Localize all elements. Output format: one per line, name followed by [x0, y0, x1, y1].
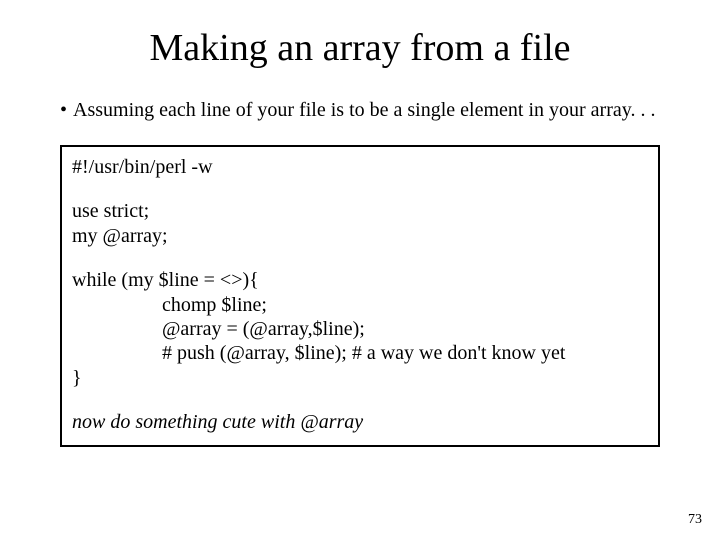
code-line: # push (@array, $line); # a way we don't…	[72, 341, 648, 365]
code-line: #!/usr/bin/perl -w	[72, 155, 648, 179]
code-line: chomp $line;	[72, 293, 648, 317]
blank-line	[72, 248, 648, 268]
bullet-item: • Assuming each line of your file is to …	[60, 98, 660, 123]
code-line: my @array;	[72, 224, 648, 248]
slide-title: Making an array from a file	[60, 26, 660, 70]
bullet-dot-icon: •	[60, 98, 67, 123]
bullet-text: Assuming each line of your file is to be…	[73, 98, 655, 123]
code-line: while (my $line = <>){	[72, 268, 648, 292]
blank-line	[72, 179, 648, 199]
code-box: #!/usr/bin/perl -w use strict; my @array…	[60, 145, 660, 447]
page-number: 73	[688, 512, 702, 528]
code-line: }	[72, 366, 648, 390]
code-footnote: now do something cute with @array	[72, 410, 648, 434]
blank-line	[72, 390, 648, 410]
slide: Making an array from a file • Assuming e…	[0, 0, 720, 540]
code-line: use strict;	[72, 199, 648, 223]
code-line: @array = (@array,$line);	[72, 317, 648, 341]
